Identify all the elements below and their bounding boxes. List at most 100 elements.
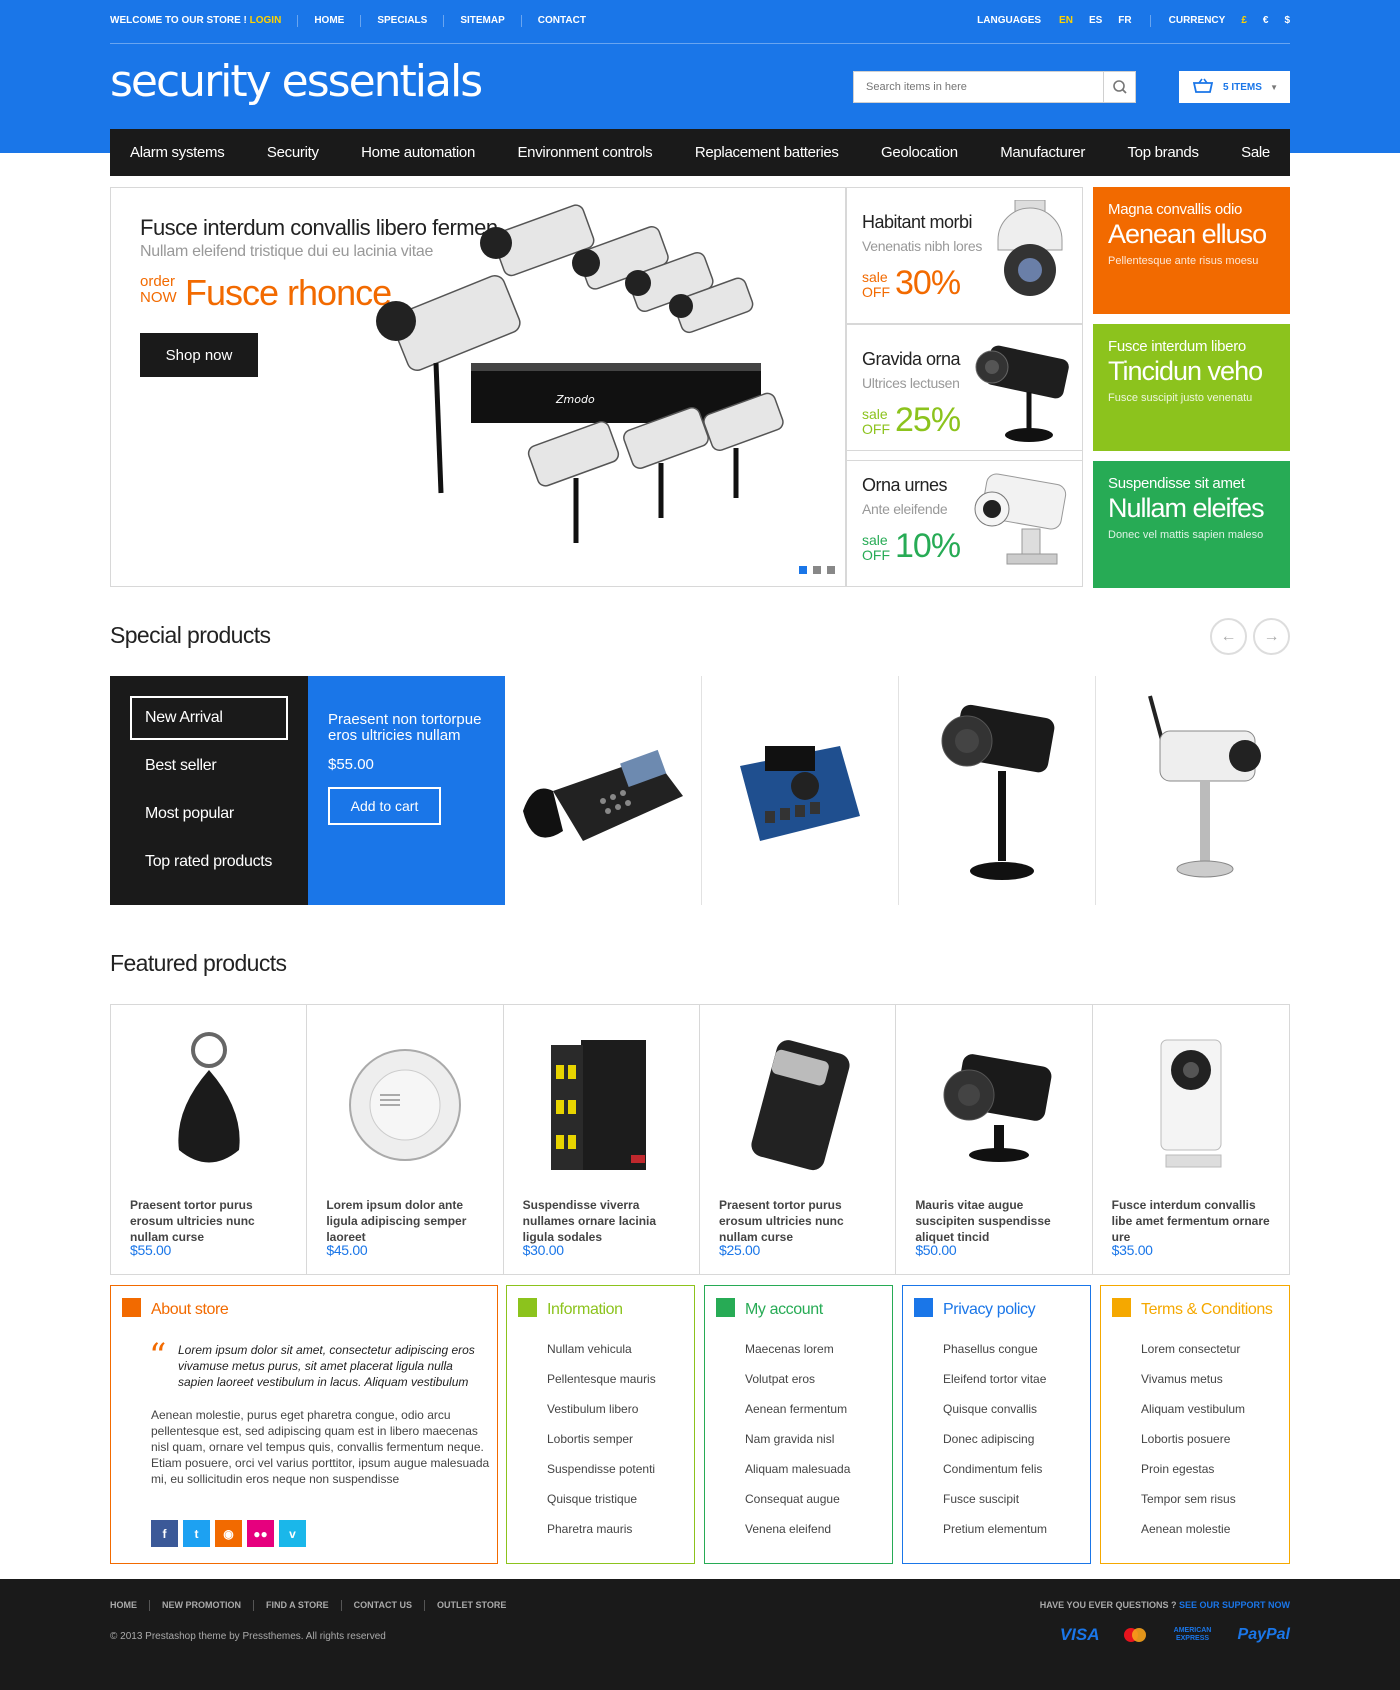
banner-tile[interactable]: Suspendisse sit amet Nullam eleifes Done… [1093, 461, 1290, 588]
footer-link[interactable]: Pharetra mauris [547, 1522, 656, 1552]
basket-icon [1192, 78, 1214, 97]
product-name[interactable]: Praesent tortor purus erosum ultricies n… [130, 1197, 296, 1245]
facebook-icon[interactable]: f [151, 1520, 178, 1547]
lang-en[interactable]: EN [1059, 15, 1073, 27]
footer-contact-link[interactable]: Contact us [354, 1600, 412, 1611]
product-card[interactable]: Mauris vitae augue suscipiten suspendiss… [896, 1005, 1093, 1274]
promo-box[interactable]: Habitant morbi Venenatis nibh lores sale… [846, 187, 1083, 324]
tab-best-seller[interactable]: Best seller [130, 744, 288, 788]
special-product-circuit[interactable] [702, 676, 899, 905]
footer-link[interactable]: Phasellus congue [943, 1342, 1047, 1372]
footer-link[interactable]: Quisque tristique [547, 1492, 656, 1522]
footer-link[interactable]: Proin egestas [1141, 1462, 1245, 1492]
nav-geolocation[interactable]: Geolocation [881, 144, 958, 161]
search-input[interactable] [854, 72, 1094, 102]
search-icon[interactable] [1103, 72, 1135, 102]
product-name[interactable]: Praesent tortor purus erosum ultricies n… [719, 1197, 885, 1245]
arrow-right-icon[interactable]: → [1253, 618, 1290, 655]
nav-top-brands[interactable]: Top brands [1127, 144, 1199, 161]
tab-top-rated[interactable]: Top rated products [130, 840, 288, 884]
top-link-sitemap[interactable]: Sitemap [460, 15, 504, 27]
footer-link[interactable]: Vestibulum libero [547, 1402, 656, 1432]
banner-tile[interactable]: Fusce interdum libero Tincidun veho Fusc… [1093, 324, 1290, 451]
product-name[interactable]: Suspendisse viverra nullames ornare laci… [523, 1197, 689, 1245]
footer-link[interactable]: Condimentum felis [943, 1462, 1047, 1492]
product-card[interactable]: Praesent tortor purus erosum ultricies n… [111, 1005, 308, 1274]
flickr-icon[interactable]: ●● [247, 1520, 274, 1547]
footer-link[interactable]: Nullam vehicula [547, 1342, 656, 1372]
product-name[interactable]: Fusce interdum convallis libe amet ferme… [1112, 1197, 1279, 1245]
footer-link[interactable]: Donec adipiscing [943, 1432, 1047, 1462]
footer-link[interactable]: Tempor sem risus [1141, 1492, 1245, 1522]
currency-gbp[interactable]: £ [1241, 15, 1247, 27]
nav-alarm-systems[interactable]: Alarm systems [130, 144, 225, 161]
footer-link[interactable]: Vivamus metus [1141, 1372, 1245, 1402]
nav-home-automation[interactable]: Home automation [361, 144, 475, 161]
arrow-left-icon[interactable]: ← [1210, 618, 1247, 655]
footer-link[interactable]: Aliquam vestibulum [1141, 1402, 1245, 1432]
top-link-contact[interactable]: Contact [538, 15, 586, 27]
footer-link[interactable]: Pellentesque mauris [547, 1372, 656, 1402]
vimeo-icon[interactable]: v [279, 1520, 306, 1547]
nav-security[interactable]: Security [267, 144, 319, 161]
top-link-specials[interactable]: Specials [377, 15, 427, 27]
footer-link[interactable]: Consequat augue [745, 1492, 850, 1522]
product-card[interactable]: Lorem ipsum dolor ante ligula adipiscing… [307, 1005, 504, 1274]
camera-image [941, 704, 1055, 880]
footer-home-link[interactable]: Home [110, 1600, 137, 1611]
shop-now-button[interactable]: Shop now [140, 333, 258, 377]
add-to-cart-button[interactable]: Add to cart [328, 787, 441, 825]
nav-replacement-batteries[interactable]: Replacement batteries [695, 144, 839, 161]
support-link[interactable]: See our support now [1179, 1600, 1290, 1610]
twitter-icon[interactable]: t [183, 1520, 210, 1547]
highlight-name[interactable]: Praesent non tortorpue eros ultricies nu… [328, 712, 485, 744]
product-name[interactable]: Mauris vitae augue suscipiten suspendiss… [915, 1197, 1081, 1245]
slider-dot[interactable] [827, 566, 835, 574]
footer-link[interactable]: Lorem consectetur [1141, 1342, 1245, 1372]
lang-fr[interactable]: FR [1118, 15, 1131, 27]
product-card[interactable]: Suspendisse viverra nullames ornare laci… [504, 1005, 700, 1274]
footer-link[interactable]: Eleifend tortor vitae [943, 1372, 1047, 1402]
product-card[interactable]: Fusce interdum convallis libe amet ferme… [1093, 1005, 1289, 1274]
currency-usd[interactable]: $ [1284, 15, 1290, 27]
footer-link[interactable]: Lobortis semper [547, 1432, 656, 1462]
footer-link[interactable]: Aenean fermentum [745, 1402, 850, 1432]
promo-box[interactable]: Gravida orna Ultrices lectusen sale OFF 2… [846, 324, 1083, 461]
cart-button[interactable]: 5 ITEMS ▼ [1179, 71, 1290, 103]
footer-link[interactable]: Nam gravida nisl [745, 1432, 850, 1462]
slider-dot[interactable] [799, 566, 807, 574]
nav-manufacturer[interactable]: Manufacturer [1000, 144, 1085, 161]
footer-link[interactable]: Volutpat eros [745, 1372, 850, 1402]
product-card[interactable]: Praesent tortor purus erosum ultricies n… [700, 1005, 897, 1274]
login-link[interactable]: Login [250, 15, 282, 26]
footer-outlet-link[interactable]: Outlet store [437, 1600, 506, 1611]
product-name[interactable]: Lorem ipsum dolor ante ligula adipiscing… [326, 1197, 492, 1245]
footer-link[interactable]: Fusce suscipit [943, 1492, 1047, 1522]
promo-box[interactable]: Orna urnes Ante eleifende sale OFF 10% [846, 450, 1083, 587]
currency-eur[interactable]: € [1263, 15, 1269, 27]
top-link-home[interactable]: Home [314, 15, 344, 27]
special-product-wireless-camera[interactable] [1096, 676, 1293, 905]
footer-link[interactable]: Aenean molestie [1141, 1522, 1245, 1552]
tab-new-arrival[interactable]: New Arrival [130, 696, 288, 740]
footer-link[interactable]: Aliquam malesuada [745, 1462, 850, 1492]
logo[interactable]: security essentials [110, 56, 483, 107]
nav-environment-controls[interactable]: Environment controls [517, 144, 652, 161]
slider-dot[interactable] [813, 566, 821, 574]
footer-links: Home New promotion Find a store Contact … [110, 1600, 506, 1611]
special-product-phone[interactable] [505, 676, 702, 905]
tab-most-popular[interactable]: Most popular [130, 792, 288, 836]
lang-es[interactable]: ES [1089, 15, 1102, 27]
footer-link[interactable]: Lobortis posuere [1141, 1432, 1245, 1462]
special-product-camera[interactable] [899, 676, 1096, 905]
nav-sale[interactable]: Sale [1241, 144, 1270, 161]
footer-link[interactable]: Pretium elementum [943, 1522, 1047, 1552]
footer-link[interactable]: Quisque convallis [943, 1402, 1047, 1432]
footer-find-store-link[interactable]: Find a store [266, 1600, 329, 1611]
footer-link[interactable]: Venena eleifend [745, 1522, 850, 1552]
footer-link[interactable]: Suspendisse potenti [547, 1462, 656, 1492]
banner-tile[interactable]: Magna convallis odio Aenean elluso Pelle… [1093, 187, 1290, 314]
footer-link[interactable]: Maecenas lorem [745, 1342, 850, 1372]
rss-icon[interactable]: ◉ [215, 1520, 242, 1547]
footer-promotion-link[interactable]: New promotion [162, 1600, 241, 1611]
